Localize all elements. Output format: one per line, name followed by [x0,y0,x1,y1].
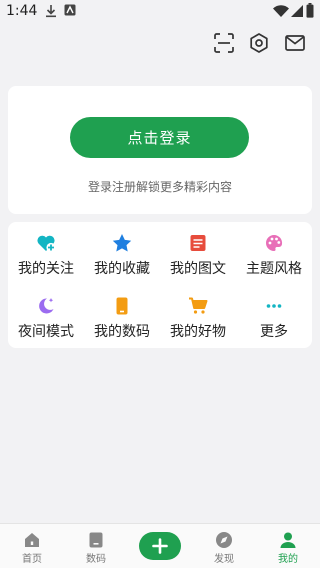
person-icon [280,532,296,548]
nav-home[interactable]: 首页 [2,531,62,565]
nav-mine[interactable]: 我的 [258,531,318,565]
status-bar: 1:44 [0,0,320,24]
menu-item-articles[interactable]: 我的图文 [160,233,236,278]
download-icon [46,5,56,18]
feature-menu-card: 我的关注 我的收藏 我的图文 主题风格 夜间模式 我的数码 我的好物 更多 [8,222,312,348]
menu-label: 我的图文 [170,261,226,277]
login-hint-text: 登录注册解锁更多精彩内容 [87,180,232,194]
add-post-button[interactable] [139,532,181,560]
cart-icon [189,297,208,314]
menu-label: 夜间模式 [18,324,74,340]
scan-icon[interactable] [213,32,235,54]
menu-item-goods[interactable]: 我的好物 [160,296,236,341]
menu-label: 我的收藏 [94,261,150,277]
nav-label: 首页 [22,554,42,565]
login-button[interactable]: 点击登录 [70,117,249,158]
bottom-nav: 首页 数码 发现 我的 [0,523,320,568]
menu-label: 我的数码 [94,324,150,340]
menu-label: 我的好物 [170,324,226,340]
moon-icon [39,298,54,314]
app-notification-icon [64,4,76,16]
menu-item-night-mode[interactable]: 夜间模式 [8,296,84,341]
login-card: 点击登录 登录注册解锁更多精彩内容 [8,86,312,214]
add-icon [152,538,168,554]
star-icon [112,234,132,252]
phone-icon [116,297,128,315]
nav-label: 我的 [278,554,298,565]
menu-item-follows[interactable]: 我的关注 [8,233,84,278]
status-time: 1:44 [6,3,38,19]
menu-label: 更多 [260,324,288,340]
menu-item-theme[interactable]: 主题风格 [236,233,312,278]
device-icon [89,532,103,548]
nav-label: 发现 [214,554,234,565]
nav-discover[interactable]: 发现 [194,531,254,565]
mail-icon[interactable] [284,32,306,54]
menu-item-digital[interactable]: 我的数码 [84,296,160,341]
palette-icon [266,234,283,251]
menu-item-more[interactable]: 更多 [236,296,312,341]
menu-item-favorites[interactable]: 我的收藏 [84,233,160,278]
more-icon [266,304,282,308]
heart-plus-icon [37,235,56,253]
compass-icon [216,532,232,548]
home-icon [25,533,39,547]
wifi-icon [273,5,289,17]
nav-label: 数码 [86,554,106,565]
nav-digital[interactable]: 数码 [66,531,126,565]
battery-icon [306,3,314,18]
settings-icon[interactable] [248,32,270,54]
article-icon [190,235,206,251]
menu-label: 主题风格 [246,261,302,277]
menu-label: 我的关注 [18,261,74,277]
signal-icon [291,5,303,17]
